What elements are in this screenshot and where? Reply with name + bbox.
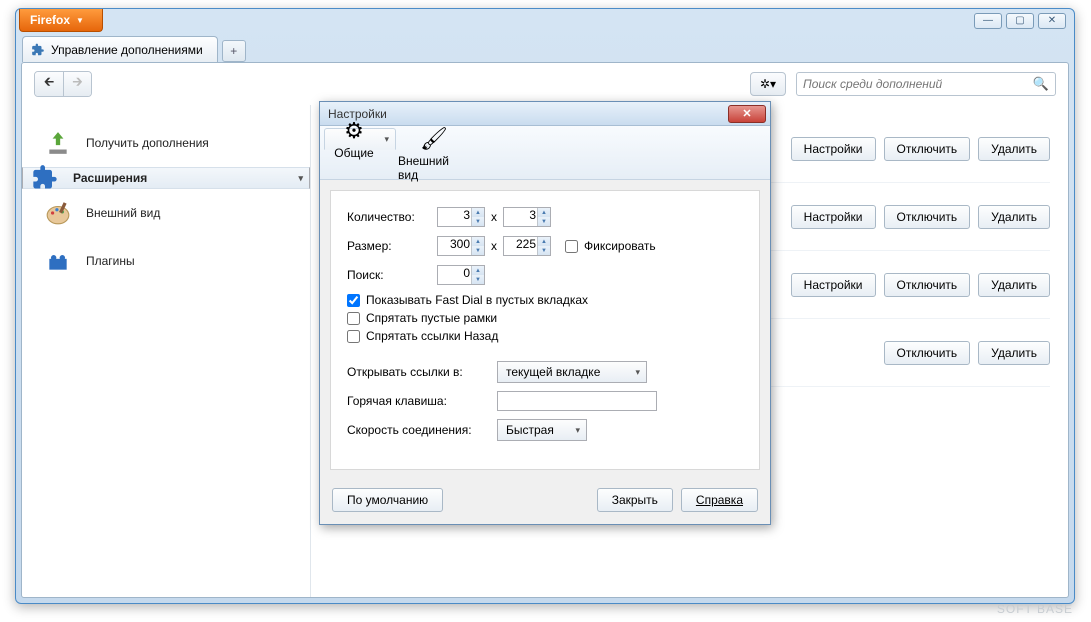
search-icon[interactable]: 🔍 (1033, 76, 1049, 92)
addon-remove-button[interactable]: Удалить (978, 137, 1050, 161)
window-controls: — ▢ ✕ (974, 13, 1066, 29)
show-empty-checkbox-input[interactable] (347, 294, 360, 307)
spinner-icon[interactable]: ▲▼ (537, 208, 550, 226)
dropdown-triangle-icon: ▼ (76, 16, 84, 25)
dialog-tab-label: Внешний вид (398, 154, 470, 182)
count-y-input[interactable]: 3▲▼ (503, 207, 551, 227)
hide-frames-checkbox-input[interactable] (347, 312, 360, 325)
brush-icon: 🖌 (420, 126, 448, 152)
hide-frames-checkbox[interactable]: Спрятать пустые рамки (347, 311, 743, 325)
dialog-footer: По умолчанию Закрыть Справка (320, 480, 770, 524)
sidebar: Получить дополнения Расширения Внешний в… (22, 105, 310, 597)
back-button[interactable]: 🡰 (35, 72, 63, 96)
label-size: Размер: (347, 239, 437, 253)
search-input[interactable] (803, 77, 1033, 91)
addon-remove-button[interactable]: Удалить (978, 341, 1050, 365)
label-speed: Скорость соединения: (347, 423, 497, 437)
puzzle-icon (31, 43, 45, 57)
hotkey-input[interactable] (497, 391, 657, 411)
titlebar: Firefox ▼ — ▢ ✕ (16, 9, 1074, 34)
row-search: Поиск: 0▲▼ (347, 265, 743, 285)
watermark: SOFT BASE (997, 602, 1073, 616)
gear-icon: ⚙ (344, 118, 364, 144)
spinner-icon[interactable]: ▲▼ (471, 208, 484, 226)
close-button[interactable]: Закрыть (597, 488, 673, 512)
sidebar-item-label: Плагины (86, 254, 135, 268)
label-count: Количество: (347, 210, 437, 224)
size-w-input[interactable]: 300▲▼ (437, 236, 485, 256)
addon-settings-button[interactable]: Настройки (791, 137, 876, 161)
forward-button[interactable]: 🡲 (63, 72, 91, 96)
addon-settings-button[interactable]: Настройки (791, 205, 876, 229)
count-x-input[interactable]: 3▲▼ (437, 207, 485, 227)
lego-icon (44, 247, 72, 275)
firefox-menu-button[interactable]: Firefox ▼ (19, 9, 103, 32)
sidebar-item-label: Внешний вид (86, 206, 160, 220)
dialog-tab-appearance[interactable]: 🖌 Внешний вид (398, 128, 470, 179)
label-search: Поиск: (347, 268, 437, 282)
sidebar-item-extensions[interactable]: Расширения (22, 167, 310, 189)
sidebar-item-appearance[interactable]: Внешний вид (22, 189, 310, 237)
x-separator: x (491, 210, 497, 224)
addons-toolbar: 🡰 🡲 ✲▾ 🔍 (22, 63, 1068, 105)
download-icon (44, 129, 72, 157)
sidebar-item-get-addons[interactable]: Получить дополнения (22, 119, 310, 167)
search-count-input[interactable]: 0▲▼ (437, 265, 485, 285)
palette-icon (44, 199, 72, 227)
x-separator: x (491, 239, 497, 253)
tools-gear-button[interactable]: ✲▾ (750, 72, 786, 96)
settings-dialog: Настройки ✕ ⚙ Общие 🖌 Внешний вид Количе… (319, 101, 771, 525)
dialog-tab-strip: ⚙ Общие 🖌 Внешний вид (320, 126, 770, 180)
row-open-in: Открывать ссылки в: текущей вкладке (347, 361, 743, 383)
row-size: Размер: 300▲▼ x 225▲▼ Фиксировать (347, 235, 743, 257)
hide-back-checkbox-input[interactable] (347, 330, 360, 343)
fix-checkbox-input[interactable] (565, 240, 578, 253)
row-hotkey: Горячая клавиша: (347, 391, 743, 411)
nav-buttons: 🡰 🡲 (34, 71, 92, 97)
spinner-icon[interactable]: ▲▼ (471, 266, 484, 284)
dialog-titlebar[interactable]: Настройки ✕ (320, 102, 770, 126)
addon-remove-button[interactable]: Удалить (978, 273, 1050, 297)
size-h-input[interactable]: 225▲▼ (503, 236, 551, 256)
tab-strip: Управление дополнениями + (16, 34, 1074, 62)
open-in-select[interactable]: текущей вкладке (497, 361, 647, 383)
dialog-close-button[interactable]: ✕ (728, 105, 766, 123)
label-hotkey: Горячая клавиша: (347, 394, 497, 408)
spinner-icon[interactable]: ▲▼ (537, 237, 550, 255)
search-box[interactable]: 🔍 (796, 72, 1056, 96)
spinner-icon[interactable]: ▲▼ (471, 237, 484, 255)
addon-settings-button[interactable]: Настройки (791, 273, 876, 297)
label-open-in: Открывать ссылки в: (347, 365, 497, 379)
sidebar-item-label: Расширения (73, 171, 147, 185)
close-window-button[interactable]: ✕ (1038, 13, 1066, 29)
sidebar-item-label: Получить дополнения (86, 136, 209, 150)
maximize-button[interactable]: ▢ (1006, 13, 1034, 29)
addon-remove-button[interactable]: Удалить (978, 205, 1050, 229)
dialog-body: Количество: 3▲▼ x 3▲▼ Размер: 300▲▼ x 22… (330, 190, 760, 470)
fix-checkbox[interactable]: Фиксировать (565, 239, 656, 253)
firefox-menu-label: Firefox (30, 13, 70, 27)
speed-select[interactable]: Быстрая (497, 419, 587, 441)
row-speed: Скорость соединения: Быстрая (347, 419, 743, 441)
hide-back-checkbox[interactable]: Спрятать ссылки Назад (347, 329, 743, 343)
help-button[interactable]: Справка (681, 488, 758, 512)
row-count: Количество: 3▲▼ x 3▲▼ (347, 207, 743, 227)
dialog-tab-label: Общие (334, 146, 373, 160)
tab-addons[interactable]: Управление дополнениями (22, 36, 218, 62)
puzzle-icon (31, 164, 59, 192)
show-empty-checkbox[interactable]: Показывать Fast Dial в пустых вкладках (347, 293, 743, 307)
dialog-tab-general[interactable]: ⚙ Общие (324, 128, 396, 150)
addon-disable-button[interactable]: Отключить (884, 273, 971, 297)
defaults-button[interactable]: По умолчанию (332, 488, 443, 512)
minimize-button[interactable]: — (974, 13, 1002, 29)
addon-disable-button[interactable]: Отключить (884, 205, 971, 229)
addon-disable-button[interactable]: Отключить (884, 137, 971, 161)
tab-title: Управление дополнениями (51, 43, 203, 57)
sidebar-item-plugins[interactable]: Плагины (22, 237, 310, 285)
addon-disable-button[interactable]: Отключить (884, 341, 971, 365)
new-tab-button[interactable]: + (222, 40, 246, 62)
